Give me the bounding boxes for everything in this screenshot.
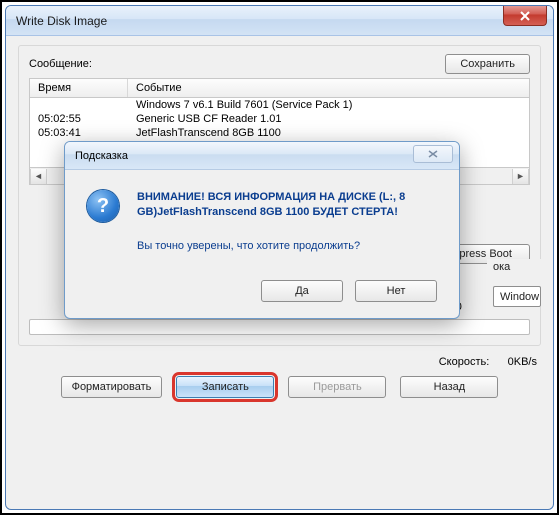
message-label: Сообщение: — [29, 58, 92, 70]
confirm-dialog: Подсказка ? ВНИМАНИЕ! ВСЯ ИНФОРМАЦИЯ НА … — [64, 141, 460, 319]
format-button[interactable]: Форматировать — [61, 376, 163, 398]
col-event[interactable]: Событие — [128, 79, 529, 97]
window-close-button[interactable] — [503, 6, 547, 26]
close-icon — [519, 11, 531, 21]
dialog-close-button[interactable] — [413, 145, 453, 163]
table-row: 05:02:55Generic USB CF Reader 1.01 — [30, 112, 529, 126]
partial-right-fragment: ока Window — [487, 259, 541, 307]
yes-button[interactable]: Да — [261, 280, 343, 302]
dialog-titlebar[interactable]: Подсказка — [65, 142, 459, 170]
scroll-right-icon[interactable]: ► — [512, 169, 529, 184]
back-button[interactable]: Назад — [400, 376, 498, 398]
log-header: Время Событие — [29, 78, 530, 98]
dialog-text: ВНИМАНИЕ! ВСЯ ИНФОРМАЦИЯ НА ДИСКЕ (L:, 8… — [137, 190, 437, 254]
progress-bar — [29, 319, 530, 335]
abort-button[interactable]: Прервать — [288, 376, 386, 398]
col-time[interactable]: Время — [30, 79, 128, 97]
table-row: Windows 7 v6.1 Build 7601 (Service Pack … — [30, 98, 529, 112]
scroll-left-icon[interactable]: ◄ — [30, 169, 47, 184]
titlebar[interactable]: Write Disk Image — [6, 6, 553, 36]
question-icon: ? — [87, 190, 119, 222]
speed-row: Скорость: 0KB/s — [18, 356, 537, 368]
close-icon — [428, 150, 438, 158]
main-window: Write Disk Image Сообщение: Сохранить Вр… — [5, 5, 554, 510]
window-title: Write Disk Image — [16, 14, 107, 28]
no-button[interactable]: Нет — [355, 280, 437, 302]
save-button[interactable]: Сохранить — [445, 54, 530, 74]
dialog-title: Подсказка — [75, 150, 128, 162]
table-row: 05:03:41JetFlashTranscend 8GB 1100 — [30, 126, 529, 140]
write-button[interactable]: Записать — [176, 376, 274, 398]
partial-combo[interactable]: Window — [493, 286, 541, 307]
